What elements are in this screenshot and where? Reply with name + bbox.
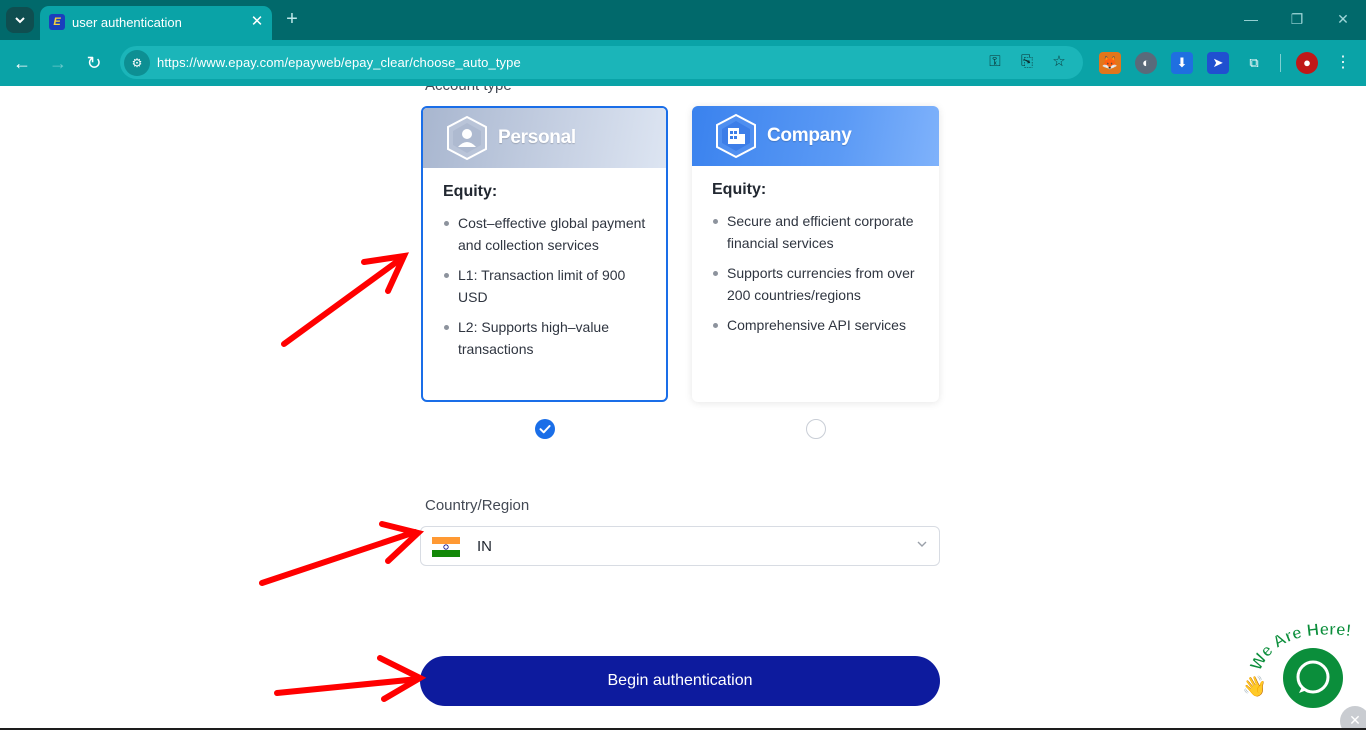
active-tab[interactable]: E user authentication ✕ [40,6,272,40]
chat-bubble-icon [1296,660,1330,694]
chat-widget[interactable]: We Are Here! 👋 ✕ [1238,614,1366,730]
chat-button[interactable] [1283,648,1343,708]
menu-icon[interactable]: ⋮ [1332,52,1354,74]
restore-icon[interactable]: ❐ [1288,10,1306,28]
site-settings-icon[interactable]: ⚙ [124,50,150,76]
tab-title: user authentication [72,15,182,30]
bookmark-star-icon[interactable]: ☆ [1049,52,1069,72]
puzzle-icon[interactable]: ⧉ [1243,52,1265,74]
cursor-extension-icon[interactable]: ➤ [1207,52,1229,74]
arrow-to-personal-card [281,255,405,347]
back-icon[interactable]: ← [11,52,33,74]
reload-icon[interactable]: ↻ [83,52,105,74]
extension-icon[interactable]: ◐ [1135,52,1157,74]
browser-toolbar: ← → ↻ ⚙ https://www.epay.com/epayweb/epa… [0,40,1366,86]
chat-close-icon[interactable]: ✕ [1340,706,1366,730]
tab-close-icon[interactable]: ✕ [248,13,266,31]
forward-icon[interactable]: → [47,52,69,74]
password-key-icon[interactable]: ⚿ [985,52,1005,72]
download-icon[interactable]: ⬇ [1171,52,1193,74]
minimize-icon[interactable]: — [1242,10,1260,28]
url-text[interactable]: https://www.epay.com/epayweb/epay_clear/… [157,55,521,70]
window-close-icon[interactable]: ✕ [1334,10,1352,28]
new-tab-button[interactable]: + [282,9,302,29]
chevron-down-icon [15,17,25,24]
profile-icon[interactable]: ● [1296,52,1318,74]
annotation-arrows [259,252,427,702]
metamask-icon[interactable]: 🦊 [1099,52,1121,74]
address-bar[interactable]: ⚙ https://www.epay.com/epayweb/epay_clea… [120,46,1083,79]
toolbar-divider [1280,54,1281,72]
browser-tab-bar: E user authentication ✕ + — ❐ ✕ [0,0,1366,40]
page-content: Account type Personal Equity: Cost–effec… [0,86,1366,730]
waving-hand-icon: 👋 [1242,676,1267,698]
install-app-icon[interactable]: ⎘ [1017,52,1037,72]
epay-favicon-icon: E [49,14,65,30]
tab-search-button[interactable] [6,7,34,33]
